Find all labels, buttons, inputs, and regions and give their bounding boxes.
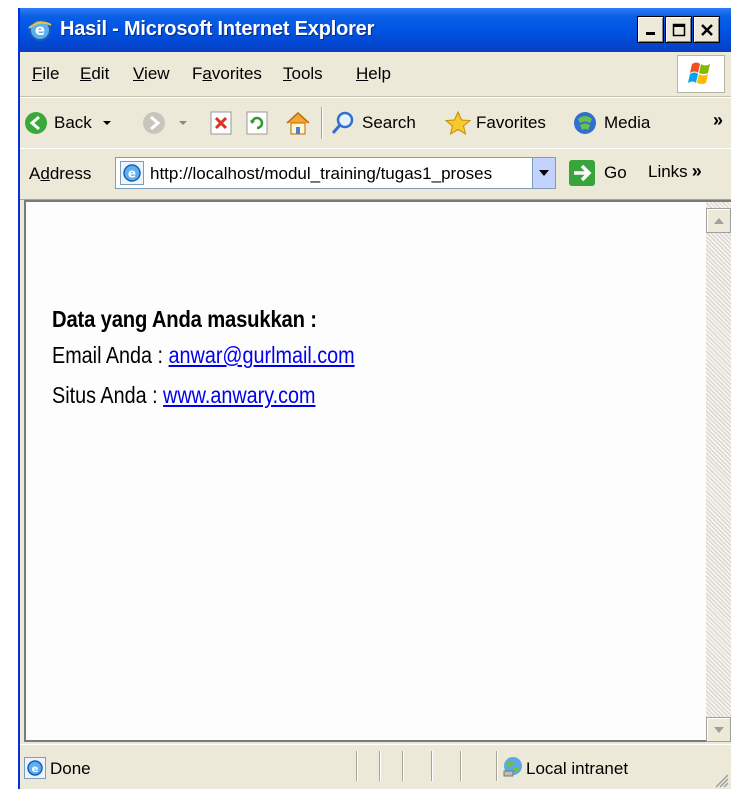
minimize-icon bbox=[645, 31, 655, 35]
address-input[interactable]: e http://localhost/modul_training/tugas1… bbox=[115, 157, 556, 189]
svg-text:e: e bbox=[32, 764, 39, 775]
menu-help[interactable]: Help bbox=[356, 64, 391, 84]
menu-bar: File Edit View Favorites Tools Help bbox=[20, 52, 731, 97]
forward-dropdown-icon[interactable] bbox=[176, 118, 190, 128]
stop-icon bbox=[210, 111, 232, 135]
status-text: Done bbox=[50, 759, 91, 778]
email-link[interactable]: anwar@gurlmail.com bbox=[169, 342, 355, 368]
media-button[interactable]: Media bbox=[572, 98, 650, 148]
status-pane bbox=[379, 751, 400, 781]
scroll-down-icon bbox=[713, 726, 724, 733]
window-title: Hasil - Microsoft Internet Explorer bbox=[60, 18, 375, 40]
windows-flag-icon bbox=[688, 62, 710, 84]
back-button[interactable]: Back bbox=[24, 98, 114, 148]
back-arrow-icon bbox=[25, 112, 47, 134]
links-button[interactable]: Links» bbox=[648, 161, 702, 182]
favorites-button[interactable]: Favorites bbox=[444, 98, 546, 148]
back-dropdown-icon[interactable] bbox=[100, 118, 114, 128]
title-bar[interactable]: e Hasil - Microsoft Internet Explorer bbox=[20, 8, 731, 52]
chevron-down-icon bbox=[539, 170, 549, 176]
status-pane bbox=[431, 751, 458, 781]
status-bar: e Done Local intranet bbox=[20, 744, 731, 789]
forward-button[interactable] bbox=[142, 98, 190, 148]
email-line: Email Anda : anwar@gurlmail.com bbox=[52, 342, 355, 369]
address-label: Address bbox=[29, 164, 92, 183]
browser-window: e Hasil - Microsoft Internet Explorer Fi… bbox=[18, 8, 731, 789]
scroll-up-icon bbox=[713, 217, 724, 224]
stop-button[interactable] bbox=[210, 98, 232, 148]
maximize-icon bbox=[672, 23, 685, 36]
maximize-button[interactable] bbox=[665, 16, 692, 43]
menu-favorites[interactable]: Favorites bbox=[192, 64, 262, 84]
status-pane bbox=[402, 751, 429, 781]
scroll-down-button[interactable] bbox=[706, 717, 731, 742]
menu-tools[interactable]: Tools bbox=[283, 64, 323, 84]
svg-text:e: e bbox=[128, 167, 136, 181]
standard-toolbar: Back Search Favorites Media » bbox=[20, 97, 731, 149]
menu-edit[interactable]: Edit bbox=[80, 64, 109, 84]
toolbar-overflow-button[interactable]: » bbox=[713, 110, 723, 131]
forward-arrow-icon bbox=[143, 112, 165, 134]
page-done-icon: e bbox=[24, 757, 46, 779]
address-url[interactable]: http://localhost/modul_training/tugas1_p… bbox=[150, 164, 530, 184]
home-button[interactable] bbox=[284, 98, 312, 148]
windows-logo bbox=[677, 55, 725, 93]
status-pane bbox=[356, 751, 377, 781]
refresh-button[interactable] bbox=[246, 98, 268, 148]
website-line: Situs Anda : www.anwary.com bbox=[52, 382, 315, 409]
close-button[interactable] bbox=[693, 16, 720, 43]
close-icon bbox=[700, 23, 713, 36]
go-arrow-icon bbox=[569, 160, 595, 186]
search-icon bbox=[331, 111, 354, 134]
home-icon bbox=[286, 111, 310, 135]
minimize-button[interactable] bbox=[637, 16, 664, 43]
search-button[interactable]: Search bbox=[330, 98, 416, 148]
address-bar: Address e http://localhost/modul_trainin… bbox=[20, 148, 731, 200]
address-dropdown-button[interactable] bbox=[532, 158, 555, 188]
status-pane bbox=[460, 751, 497, 781]
menu-file[interactable]: File bbox=[32, 64, 59, 84]
website-label: Situs Anda : bbox=[52, 382, 164, 408]
resize-grip-icon[interactable] bbox=[711, 770, 729, 788]
media-icon bbox=[574, 112, 596, 134]
menu-view[interactable]: View bbox=[133, 64, 170, 84]
globe-icon bbox=[503, 757, 522, 777]
star-icon bbox=[444, 110, 472, 136]
website-link[interactable]: www.anwary.com bbox=[163, 382, 315, 408]
go-button[interactable]: Go bbox=[568, 157, 627, 189]
page-ie-icon: e bbox=[120, 161, 144, 185]
page-heading: Data yang Anda masukkan : bbox=[52, 306, 317, 332]
page-content: Data yang Anda masukkan : Email Anda : a… bbox=[24, 200, 706, 742]
toolbar-separator bbox=[321, 107, 322, 139]
ie-icon: e bbox=[28, 19, 52, 41]
vertical-scrollbar[interactable] bbox=[706, 200, 731, 742]
refresh-icon bbox=[246, 111, 268, 135]
scroll-up-button[interactable] bbox=[706, 208, 731, 233]
security-zone-text: Local intranet bbox=[526, 759, 629, 778]
email-label: Email Anda : bbox=[52, 342, 169, 368]
